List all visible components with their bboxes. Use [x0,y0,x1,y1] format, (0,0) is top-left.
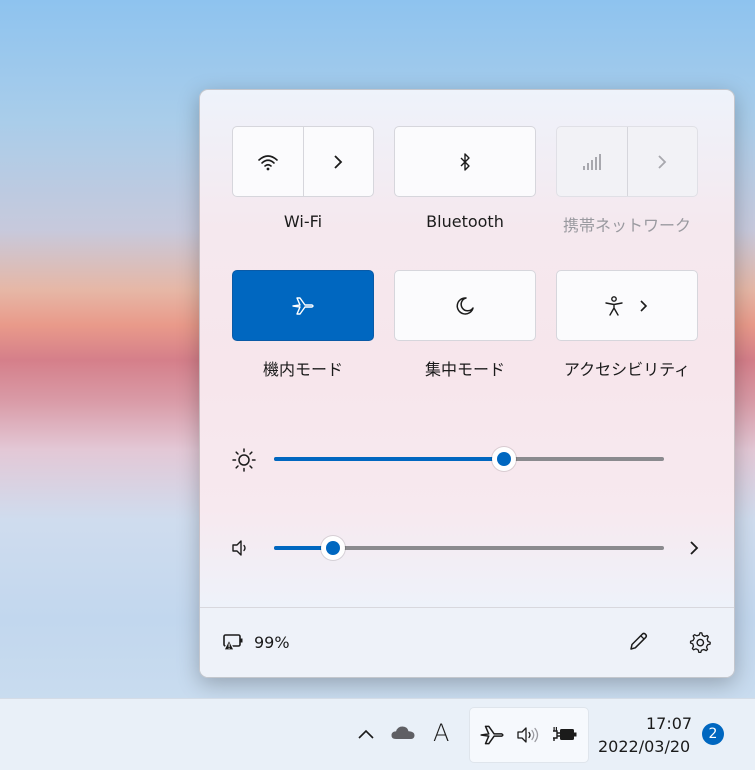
quick-settings-panel: Wi-Fi Bluetooth 携帯ネットワーク 機内モード 集中モード アクセ… [199,89,735,678]
wifi-toggle-button[interactable] [233,127,303,196]
focus-mode-toggle-button[interactable] [394,270,536,341]
notification-badge[interactable]: 2 [702,723,724,745]
airplane-icon [480,725,504,745]
battery-percentage: 99% [254,633,290,652]
accessibility-icon [605,295,623,316]
onedrive-tray-button[interactable] [389,721,417,745]
cellular-tile [556,126,698,197]
focus-mode-label: 集中モード [424,360,505,379]
wifi-label: Wi-Fi [283,212,323,231]
cellular-label: 携帯ネットワーク [562,216,691,235]
volume-slider-thumb[interactable] [320,536,345,560]
chevron-up-icon [358,729,374,739]
ime-indicator[interactable]: A [433,719,449,747]
wifi-expand-button[interactable] [302,127,374,196]
brightness-icon-wrap [230,446,258,474]
brightness-slider[interactable] [274,447,664,471]
volume-slider[interactable] [274,536,664,560]
accessibility-button[interactable] [556,270,698,341]
tray-airplane [478,722,506,748]
sun-icon [232,448,256,472]
battery-warning-icon [223,634,243,651]
clock-time[interactable]: 17:07 [646,714,692,733]
bluetooth-icon [460,152,470,171]
pencil-icon [630,632,648,650]
cloud-icon [391,726,415,739]
show-hidden-icons-button[interactable] [355,723,377,745]
wifi-icon [257,154,278,170]
accessibility-label: アクセシビリティ [563,360,691,379]
cellular-expand-button[interactable] [626,127,698,196]
speaker-icon [232,540,246,556]
battery-charging-icon [553,727,577,741]
quick-settings-footer: 99% [200,607,734,677]
taskbar: A 17:07 2022/03/20 2 [0,698,755,770]
battery-status-button[interactable] [220,630,246,654]
airplane-icon [292,296,314,315]
cellular-toggle-button[interactable] [557,127,627,196]
brightness-slider-fill [274,457,505,461]
settings-button[interactable] [688,630,712,654]
chevron-right-icon [690,541,699,555]
system-tray-quick-settings-button[interactable] [469,707,589,763]
tray-volume [514,723,542,747]
speaker-icon [517,727,539,743]
brightness-slider-thumb[interactable] [492,447,517,471]
bluetooth-toggle-button[interactable] [394,126,536,197]
volume-icon-wrap[interactable] [228,536,252,560]
chevron-right-icon [334,154,343,169]
tray-battery [550,723,580,747]
gear-icon [689,632,711,653]
airplane-mode-toggle-button[interactable] [232,270,374,341]
airplane-mode-label: 機内モード [262,360,343,379]
chevron-right-icon [640,299,648,312]
bluetooth-label: Bluetooth [426,212,504,231]
cellular-signal-icon [582,153,601,170]
volume-output-button[interactable] [684,538,704,558]
chevron-right-icon [658,154,667,169]
edit-quick-settings-button[interactable] [626,630,650,654]
moon-icon [456,296,474,315]
wifi-tile [232,126,374,197]
clock-date[interactable]: 2022/03/20 [598,737,690,756]
